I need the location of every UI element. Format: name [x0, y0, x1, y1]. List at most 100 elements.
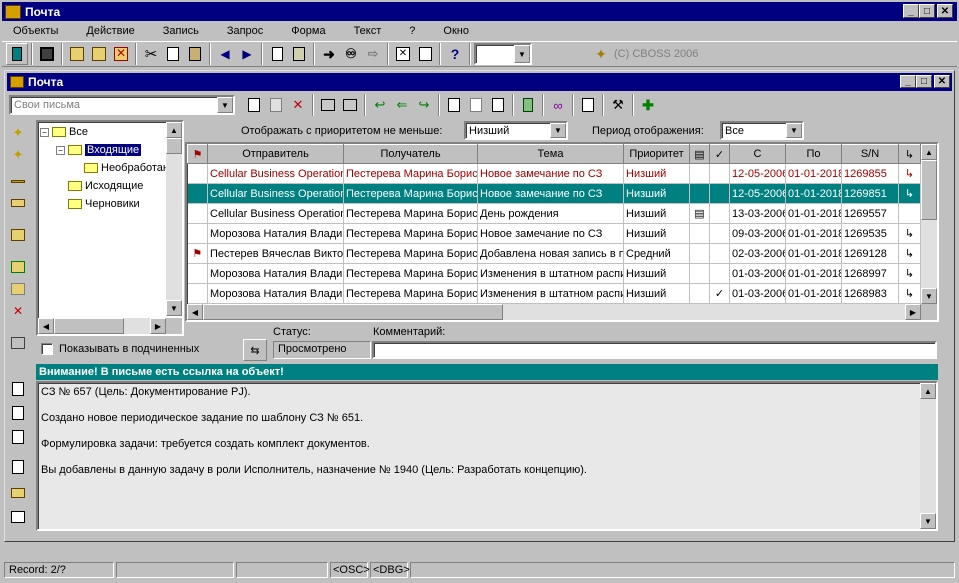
menu-record[interactable]: Запись	[154, 25, 208, 37]
clipboard-icon[interactable]	[266, 43, 288, 65]
grid-hscroll[interactable]: ◀ ▶	[187, 304, 921, 320]
reply-all-icon[interactable]: ⇐	[391, 94, 413, 116]
menu-form[interactable]: Форма	[282, 25, 334, 37]
history-icon[interactable]	[7, 426, 29, 448]
link-icon[interactable]: ∞	[547, 94, 569, 116]
delete-folder-icon[interactable]: ✕	[7, 300, 29, 322]
tree-outgoing[interactable]: Исходящие	[68, 178, 143, 194]
preview-icon[interactable]	[7, 456, 29, 478]
mail-maximize-button[interactable]: □	[916, 75, 932, 88]
share-folder-icon[interactable]	[7, 332, 29, 354]
copy-icon[interactable]	[162, 43, 184, 65]
new-record-icon[interactable]	[66, 43, 88, 65]
add-folder-icon[interactable]: ✦	[7, 122, 29, 144]
scroll-left-icon[interactable]: ◀	[38, 318, 54, 334]
add-subfolder-icon[interactable]: ✦	[7, 144, 29, 166]
print-icon[interactable]	[7, 506, 29, 528]
col-attachment-header[interactable]: ▤	[689, 144, 710, 164]
tree-unprocessed[interactable]: Необработан	[84, 160, 169, 176]
col-from-header[interactable]: С	[729, 144, 786, 164]
move-folder-icon[interactable]	[7, 192, 29, 214]
scroll-up-icon[interactable]: ▲	[921, 144, 937, 160]
print-letter-icon[interactable]	[577, 94, 599, 116]
message-body[interactable]: СЗ № 657 (Цель: Документирование PJ). Со…	[36, 381, 938, 531]
toolbar-combo[interactable]: ▼	[474, 43, 532, 65]
goto-icon[interactable]: ➜	[318, 43, 340, 65]
mark-read-icon[interactable]	[317, 94, 339, 116]
reply-icon[interactable]: ↩	[369, 94, 391, 116]
scroll-down-icon[interactable]: ▼	[166, 300, 182, 316]
comment-field[interactable]	[372, 341, 937, 359]
col-flag-header[interactable]: ⚑	[187, 144, 208, 164]
col-sender-header[interactable]: Отправитель	[207, 144, 344, 164]
mail-titlebar[interactable]: Почта _ □ ✕	[7, 73, 952, 91]
doc-icon[interactable]	[443, 94, 465, 116]
add-rule-icon[interactable]: ✚	[637, 94, 659, 116]
forward-letter-icon[interactable]: ↪	[413, 94, 435, 116]
scroll-right-icon[interactable]: ▶	[905, 304, 921, 320]
list-icon[interactable]	[7, 378, 29, 400]
mailbox-combo[interactable]: Свои письма ▼	[9, 95, 235, 115]
delete-record-icon[interactable]: ✕	[110, 43, 132, 65]
menu-help[interactable]: ?	[400, 25, 424, 37]
menu-objects[interactable]: Объекты	[4, 25, 67, 37]
scroll-up-icon[interactable]: ▲	[166, 122, 182, 138]
trash-icon[interactable]	[288, 43, 310, 65]
message-row[interactable]: Морозова Наталия Владим Пестерева Марина …	[187, 263, 921, 284]
tree-vscroll[interactable]: ▲ ▼	[166, 122, 182, 316]
col-arrow-header[interactable]: ↳	[898, 144, 921, 164]
find-record-icon[interactable]	[88, 43, 110, 65]
maximize-button[interactable]: □	[919, 4, 935, 18]
tree-root[interactable]: − Все	[40, 124, 88, 140]
prev-icon[interactable]: ◀	[214, 43, 236, 65]
paste-icon[interactable]	[184, 43, 206, 65]
col-sn-header[interactable]: S/N	[841, 144, 899, 164]
delete-letter-icon[interactable]: ✕	[287, 94, 309, 116]
tree-hscroll[interactable]: ◀ ▶	[38, 318, 166, 334]
exit-icon[interactable]	[6, 43, 28, 65]
doc-copy-icon[interactable]	[465, 94, 487, 116]
minimize-button[interactable]: _	[903, 4, 919, 18]
menu-text[interactable]: Текст	[345, 25, 391, 37]
new-letter-icon[interactable]	[243, 94, 265, 116]
scroll-left-icon[interactable]: ◀	[187, 304, 203, 320]
mail-close-button[interactable]: ✕	[934, 75, 950, 88]
menu-query[interactable]: Запрос	[218, 25, 272, 37]
attachment-icon[interactable]	[517, 94, 539, 116]
tools-icon[interactable]: ⚒	[607, 94, 629, 116]
tree-drafts[interactable]: Черновики	[68, 196, 140, 212]
col-check-header[interactable]: ✓	[709, 144, 730, 164]
scroll-up-icon[interactable]: ▲	[920, 383, 936, 399]
remove-folder-icon[interactable]	[7, 170, 29, 192]
col-subject-header[interactable]: Тема	[477, 144, 624, 164]
new-folder-icon[interactable]	[7, 256, 29, 278]
doc-link-icon[interactable]	[487, 94, 509, 116]
message-row[interactable]: Cellular Business Operations Пестерева Ма…	[187, 203, 921, 224]
mail-minimize-button[interactable]: _	[900, 75, 916, 88]
users-icon[interactable]	[7, 482, 29, 504]
tree-inbox[interactable]: − Входящие	[56, 142, 142, 158]
period-filter-combo[interactable]: Все ▼	[720, 121, 804, 140]
col-to-header[interactable]: По	[785, 144, 842, 164]
status-toggle-icon[interactable]: ⇆	[243, 339, 267, 361]
next-icon[interactable]: ▶	[236, 43, 258, 65]
message-row[interactable]: Морозова Наталия Владим Пестерева Марина …	[187, 283, 921, 304]
folder-tree[interactable]: − Все − Входящие Необработан Исходящие Ч…	[36, 120, 184, 336]
grid-vscroll[interactable]: ▲ ▼	[921, 144, 937, 304]
message-row[interactable]: ⚑ Пестерев Вячеслав Викто Пестерева Марина…	[187, 243, 921, 264]
report-icon[interactable]	[414, 43, 436, 65]
col-recipient-header[interactable]: Получатель	[343, 144, 478, 164]
show-sub-checkbox[interactable]	[41, 343, 53, 355]
save-icon[interactable]	[36, 43, 58, 65]
refresh-folder-icon[interactable]	[7, 224, 29, 246]
cut-icon[interactable]: ✂	[140, 43, 162, 65]
message-row[interactable]: Cellular Business Operations Пестерева Ма…	[187, 183, 921, 204]
mark-unread-icon[interactable]	[339, 94, 361, 116]
close-button[interactable]: ✕	[937, 4, 953, 18]
main-titlebar[interactable]: Почта _ □ ✕	[2, 2, 957, 21]
col-priority-header[interactable]: Приоритет	[623, 144, 690, 164]
binoculars-icon[interactable]: ♾	[340, 43, 362, 65]
help-icon[interactable]: ?	[444, 43, 466, 65]
menu-action[interactable]: Действие	[77, 25, 143, 37]
message-row[interactable]: Морозова Наталия Владим Пестерева Марина …	[187, 223, 921, 244]
